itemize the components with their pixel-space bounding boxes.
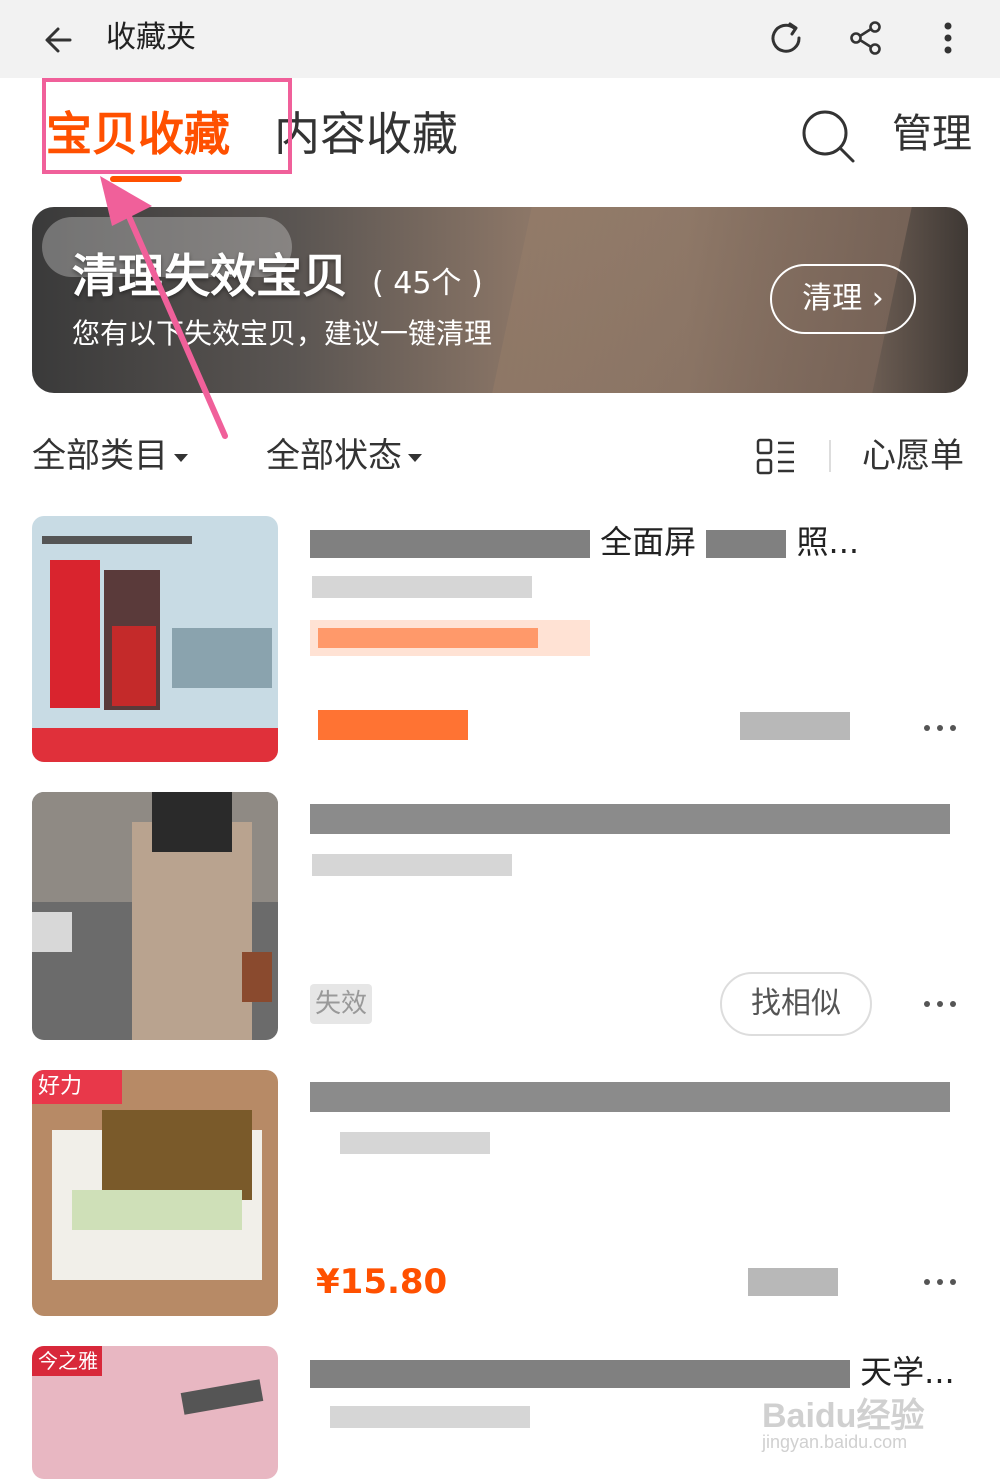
blurred-text (706, 530, 787, 558)
status-filter-label: 全部状态 (266, 436, 402, 476)
arrow-left-icon[interactable] (40, 20, 80, 60)
thumb-badge: 好力 (38, 1074, 83, 1099)
blurred-action[interactable] (740, 712, 850, 740)
category-filter[interactable]: 全部类目 (32, 432, 188, 480)
status-filter[interactable]: 全部状态 (266, 432, 422, 480)
blurred-subtitle (312, 854, 512, 876)
watermark: Baidu经验 jingyan.baidu.com (762, 1388, 962, 1468)
watermark-url: jingyan.baidu.com (762, 1432, 908, 1452)
item-title-suffix: 照... (796, 523, 860, 561)
watermark-logo: Baidu经验 (762, 1397, 925, 1435)
expired-badge: 失效 (310, 984, 372, 1024)
banner-count: ( 45个 ) (372, 266, 483, 301)
promo-tag (310, 620, 590, 656)
more-vertical-icon[interactable] (928, 18, 968, 58)
item-title: 全面屏 照... (310, 520, 980, 564)
blurred-title (310, 1082, 950, 1112)
manage-button[interactable]: 管理 (892, 104, 972, 164)
item-title-visible: 全面屏 (600, 523, 697, 561)
blurred-text (310, 1360, 850, 1388)
product-thumbnail[interactable] (32, 792, 278, 1040)
product-thumbnail[interactable]: 好力 (32, 1070, 278, 1316)
blurred-text (310, 530, 590, 558)
blurred-price (318, 710, 468, 740)
filter-divider (829, 440, 831, 472)
page-title: 收藏夹 (106, 20, 196, 55)
refresh-icon[interactable] (766, 18, 806, 58)
blurred-title (310, 804, 950, 834)
product-thumbnail[interactable]: 今之雅 (32, 1346, 278, 1479)
caret-down-icon (174, 453, 188, 462)
top-navigation-bar: 收藏夹 (0, 0, 1000, 78)
annotation-highlight-box (42, 78, 292, 174)
product-thumbnail[interactable] (32, 516, 278, 762)
more-horizontal-icon[interactable] (920, 998, 960, 1010)
grid-list-icon[interactable] (756, 438, 796, 476)
more-horizontal-icon[interactable] (920, 722, 960, 734)
caret-down-icon (408, 453, 422, 462)
share-icon[interactable] (846, 18, 886, 58)
find-similar-button[interactable]: 找相似 (720, 972, 872, 1036)
blurred-subtitle (330, 1406, 530, 1428)
blurred-subtitle (340, 1132, 490, 1154)
clean-button[interactable]: 清理 › (770, 264, 916, 334)
item-price: ¥15.80 (316, 1262, 448, 1302)
annotation-arrow-icon (100, 176, 228, 439)
thumb-badge: 今之雅 (38, 1349, 98, 1373)
more-horizontal-icon[interactable] (920, 1276, 960, 1288)
item-title-visible: 天学... (860, 1353, 955, 1391)
search-icon[interactable] (798, 106, 858, 166)
wishlist-button[interactable]: 心愿单 (862, 432, 964, 480)
blurred-action[interactable] (748, 1268, 838, 1296)
tab-content-favorites[interactable]: 内容收藏 (274, 102, 458, 166)
category-filter-label: 全部类目 (32, 436, 168, 476)
blurred-subtitle (312, 576, 532, 598)
